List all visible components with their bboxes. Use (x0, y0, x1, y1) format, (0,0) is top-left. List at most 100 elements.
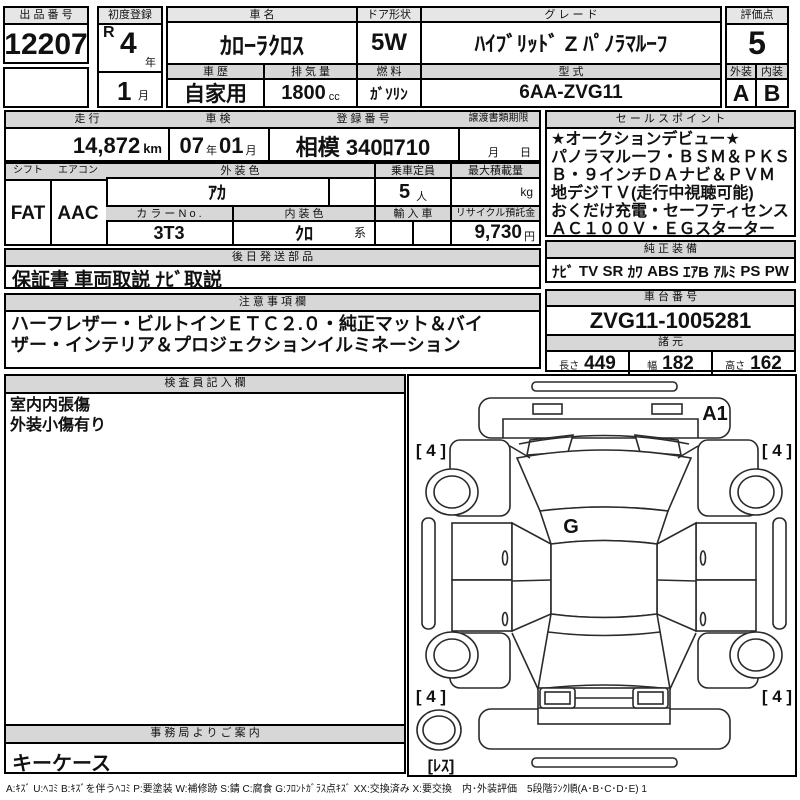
recycle-value-wrap: 9,730 円 (452, 222, 539, 244)
transfer-day-label: 日 (520, 144, 531, 160)
door-sill-left-shape (512, 523, 551, 631)
registration-number-cell: 登 録 番 号 相模 340ﾛ710 (268, 112, 460, 160)
displacement-unit: cc (329, 91, 340, 103)
spec-height-cell: 高さ 162 (713, 352, 794, 376)
notes-label: 注 意 事 項 欄 (6, 295, 539, 312)
equip-item: SR (602, 263, 623, 280)
wheel-mark-rear-left: [ 4 ] (416, 687, 446, 706)
inspection-label: 車 検 (168, 112, 268, 129)
equip-item: ﾅﾋﾞ (552, 261, 575, 282)
grade-label: グ レ ー ド (422, 8, 720, 23)
shift-label: シフト (6, 164, 50, 181)
model-code-value: 6AA-ZVG11 (422, 80, 720, 106)
equip-item: TV (579, 263, 598, 280)
office-value: キーケース (6, 744, 404, 779)
inspection-year: 07 (180, 133, 204, 159)
score-value: 5 (727, 23, 787, 65)
rear-lower-bar-shape (532, 758, 677, 767)
mileage-label: 走 行 (6, 112, 168, 129)
door-handle (503, 613, 508, 626)
transfer-month-label: 月 (488, 144, 499, 160)
displacement-value: 1800 cc (265, 80, 358, 106)
roof-shape (551, 541, 657, 618)
office-label: 事 務 局 よ り ご 案 内 (6, 726, 404, 744)
recycle-label: リサイクル預託金 (452, 207, 539, 222)
notes-line: ハーフレザー・ビルトインＥＴＣ２.０・純正マット＆バイ (11, 314, 534, 335)
spec-width-label: 幅 (647, 357, 657, 372)
first-registration-year-cell: R 4 年 (99, 23, 161, 73)
spec-width-value: 182 (662, 353, 694, 375)
spare-wheel-mark: [ﾚｽ] (428, 758, 455, 775)
taillight-left-inner (545, 692, 570, 704)
door-shape-value: 5W (358, 23, 422, 65)
lot-number-value: 12207 (5, 25, 87, 64)
fuel-label: 燃 料 (358, 65, 422, 80)
equip-item: ABS (647, 263, 679, 280)
inspection-month: 01 (219, 133, 243, 159)
later-parts-value: 保証書 車両取説 ﾅﾋﾞ取説 (6, 267, 539, 289)
oem-equipment-label: 純 正 装 備 (547, 242, 794, 259)
later-parts-box: 後 日 発 送 部 品 保証書 車両取説 ﾅﾋﾞ取説 (4, 248, 541, 289)
transfer-deadline-cell: 譲渡書類期限 月 日 (458, 112, 539, 160)
max-load-value-wrap: kg (452, 179, 539, 207)
wheel-rear-left-inner (434, 639, 470, 671)
lot-number-box: 出 品 番 号 12207 (3, 6, 89, 64)
inspector-label: 検 査 員 記 入 欄 (6, 376, 404, 394)
wheel-front-left-inner (434, 476, 470, 508)
specs-label: 諸 元 (547, 336, 794, 352)
spec-length-cell: 長さ 449 (547, 352, 630, 376)
door-shape-label: ドア形状 (358, 8, 422, 23)
door-handle (701, 551, 706, 565)
inspector-line: 外装小傷有り (10, 416, 400, 436)
import-empty-cell-2 (414, 222, 452, 244)
mileage-cell: 走 行 14,872 km (6, 112, 170, 160)
max-load-label: 最大積載量 (452, 164, 539, 179)
equip-item: PS (740, 263, 760, 280)
notes-box: 注 意 事 項 欄 ハーフレザー・ビルトインＥＴＣ２.０・純正マット＆バイ ザー… (4, 293, 541, 369)
exterior-color-label: 外 装 色 (106, 164, 376, 179)
equip-item: PW (765, 263, 789, 280)
capacity-value: 5 (399, 181, 410, 204)
inspection-cell: 車 検 07 年 01 月 (168, 112, 270, 160)
exterior-score-label: 外装 (727, 65, 757, 80)
front-upper-bar-shape (532, 382, 677, 391)
roof-front-shape (540, 507, 668, 544)
car-damage-diagram: A1 G [ 4 ] [ 4 ] [ 4 ] [ 4 ] [ﾚｽ] (409, 376, 795, 775)
notes-body: ハーフレザー・ビルトインＥＴＣ２.０・純正マット＆バイ ザー・インテリア＆プロジ… (6, 312, 539, 358)
history-value: 自家用 (168, 80, 265, 106)
rocker-right-shape (773, 518, 786, 629)
auction-sheet: 出 品 番 号 12207 初度登録 R 4 年 1 月 車 名 ドア形状 グ … (0, 0, 800, 800)
ac-label: エアコン (50, 164, 106, 181)
interior-color-suffix: 系 (354, 224, 366, 241)
rocker-left-shape (422, 518, 435, 629)
interior-color-value-wrap: ｸﾛ 系 (234, 222, 376, 244)
mileage-unit: km (143, 141, 162, 156)
shift-value: FAT (6, 181, 50, 246)
recycle-value: 9,730 (474, 222, 522, 244)
fuel-value: ｶﾞｿﾘﾝ (358, 80, 422, 106)
shift-cell: シフト FAT (6, 164, 52, 244)
sales-point-line: Ｂ・９インチＤＡナビ＆ＰＶＭ (551, 167, 790, 185)
exterior-color-value: ｱｶ (106, 179, 330, 207)
sales-points-body: ★オークションデビュー★ パノラマルーフ・ＢＳＭ＆ＰＫＳ Ｂ・９インチＤＡナビ＆… (547, 129, 794, 241)
later-parts-label: 後 日 発 送 部 品 (6, 250, 539, 267)
rear-glass-shape (538, 614, 670, 689)
wheel-mark-front-left: [ 4 ] (416, 441, 446, 460)
sales-point-line: 地デジＴＶ(走行中視聴可能) (551, 185, 790, 203)
spec-width-cell: 幅 182 (630, 352, 713, 376)
wheel-mark-front-right: [ 4 ] (762, 441, 792, 460)
year-unit: 年 (145, 54, 156, 70)
equip-item: ｴｱB (683, 261, 709, 282)
interior-color-label: 内 装 色 (234, 207, 376, 222)
taillight-right-inner (638, 692, 663, 704)
equip-item: ｱﾙﾐ (713, 261, 736, 282)
capacity-value-wrap: 5 人 (376, 179, 452, 207)
front-bumper-shape (479, 398, 730, 438)
notes-line: ザー・インテリア＆プロジェクションイルミネーション (11, 335, 534, 356)
oem-equipment-row: ﾅﾋﾞ TV SR ｶﾜ ABS ｴｱB ｱﾙﾐ PS PW (547, 259, 794, 283)
inspector-body: 室内内張傷 外装小傷有り (6, 394, 404, 726)
spec-length-value: 449 (584, 353, 616, 375)
windshield-shape (517, 450, 691, 511)
sales-point-line: ＡＣ１００Ｖ・ＥＧスターター (551, 221, 790, 239)
registration-number-label: 登 録 番 号 (268, 112, 458, 129)
